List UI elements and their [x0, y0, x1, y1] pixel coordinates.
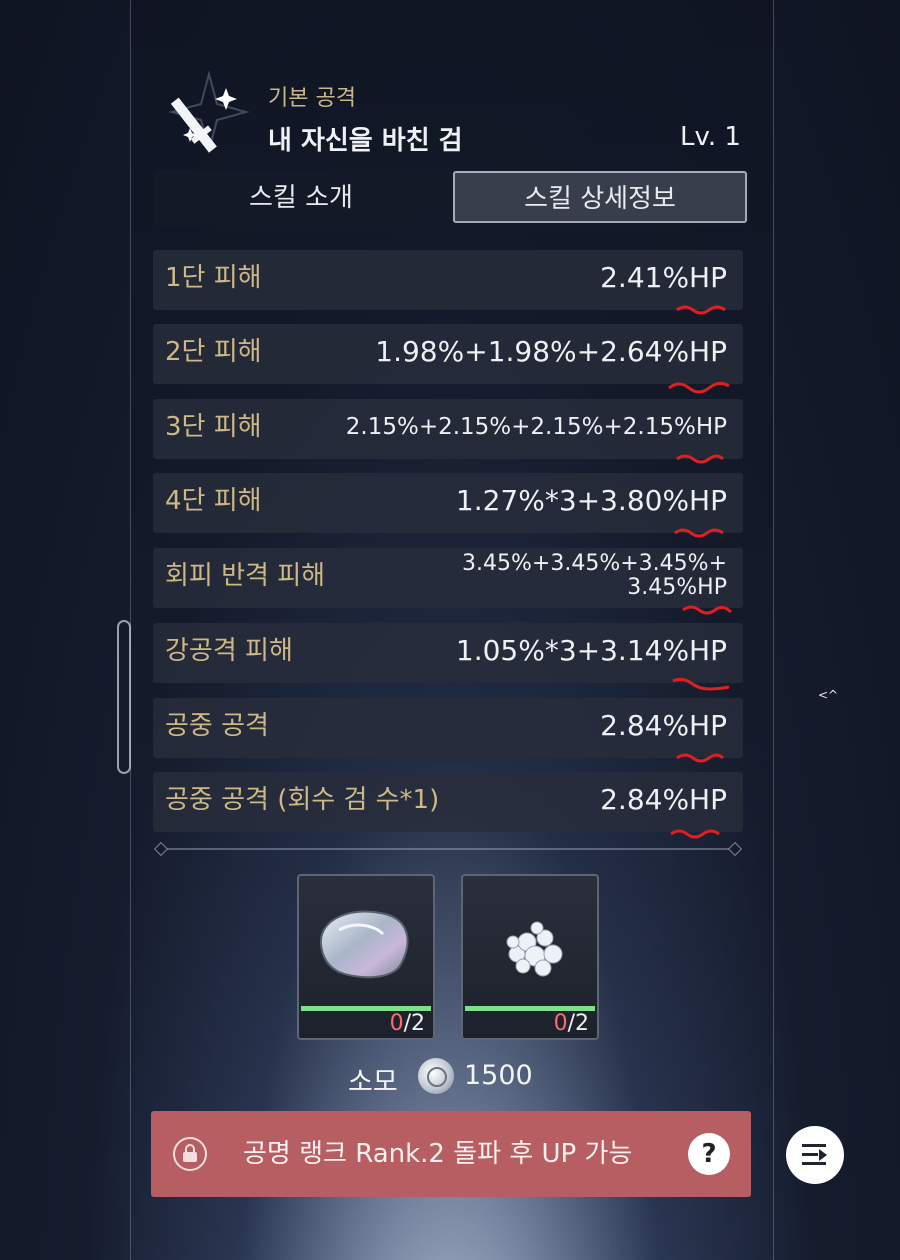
cost-label: 소모: [348, 1067, 398, 1098]
damage-label: 공중 공격 (회수 검 수*1): [165, 785, 440, 815]
red-underline-annotation: [676, 305, 726, 315]
skill-category: 기본 공격: [268, 86, 356, 111]
material-count: 0/2: [553, 1011, 589, 1036]
help-button[interactable]: ?: [688, 1133, 730, 1175]
damage-value: 2.84%HP: [600, 709, 727, 742]
damage-label: 강공격 피해: [165, 636, 293, 666]
damage-row: 공중 공격 2.84%HP: [153, 698, 743, 763]
damage-row: 3단 피해 2.15%+2.15%+2.15%+2.15%HP: [153, 399, 743, 464]
damage-row: 2단 피해 1.98%+1.98%+2.64%HP: [153, 324, 743, 394]
tab-skill-details[interactable]: 스킬 상세정보: [453, 171, 747, 223]
upgrade-locked-button[interactable]: 공명 랭크 Rank.2 돌파 후 UP 가능 ?: [151, 1111, 751, 1197]
damage-value: 1.05%*3+3.14%HP: [455, 634, 727, 667]
sword-skill-icon: [168, 70, 250, 154]
lock-icon: [173, 1137, 207, 1171]
menu-icon: [802, 1144, 826, 1147]
damage-label: 공중 공격: [165, 711, 269, 741]
upgrade-requirement-text: 공명 랭크 Rank.2 돌파 후 UP 가능: [243, 1139, 633, 1169]
damage-label: 2단 피해: [165, 337, 262, 367]
side-indicator: <^: [818, 688, 839, 702]
damage-value: 3.45%+3.45%+3.45%+ 3.45%HP: [462, 548, 727, 608]
material-slot[interactable]: 0/2: [461, 874, 599, 1040]
coral-icon: [506, 921, 563, 977]
damage-label: 회피 반격 피해: [165, 561, 326, 591]
red-underline-annotation: [676, 753, 725, 763]
red-underline-annotation: [682, 605, 733, 615]
damage-row: 회피 반격 피해 3.45%+3.45%+3.45%+ 3.45%HP: [153, 548, 743, 615]
damage-row: 강공격 피해 1.05%*3+3.14%HP: [153, 623, 743, 691]
skill-level: Lv. 1: [680, 122, 741, 152]
tab-bar: 스킬 소개 스킬 상세정보: [153, 170, 749, 226]
menu-arrow-icon: [819, 1149, 827, 1161]
red-underline-annotation: [676, 454, 725, 464]
damage-row: 공중 공격 (회수 검 수*1) 2.84%HP: [153, 772, 743, 839]
damage-label: 4단 피해: [165, 486, 262, 516]
damage-label: 1단 피해: [165, 263, 262, 293]
red-underline-annotation: [672, 677, 730, 691]
material-slot[interactable]: 0/2: [297, 874, 435, 1040]
red-underline-annotation: [668, 381, 730, 394]
skill-name: 내 자신을 바친 검: [268, 126, 463, 156]
material-count: 0/2: [389, 1011, 425, 1036]
damage-value: 2.15%+2.15%+2.15%+2.15%HP: [345, 414, 727, 440]
scrollbar[interactable]: [117, 620, 131, 774]
damage-label: 3단 피해: [165, 412, 262, 442]
section-divider: [160, 848, 736, 850]
cost-amount: 1500: [464, 1060, 533, 1091]
shell-icon: [319, 910, 409, 979]
menu-button[interactable]: [786, 1126, 844, 1184]
damage-row: 1단 피해 2.41%HP: [153, 250, 743, 315]
damage-value: 1.27%*3+3.80%HP: [455, 484, 727, 517]
red-underline-annotation: [670, 829, 720, 839]
tab-skill-intro[interactable]: 스킬 소개: [153, 170, 449, 226]
menu-icon-line: [802, 1153, 818, 1156]
damage-value: 1.98%+1.98%+2.64%HP: [375, 335, 727, 368]
damage-value-line: 3.45%+3.45%+3.45%+: [462, 551, 727, 576]
red-underline-annotation: [674, 528, 724, 538]
damage-row: 4단 피해 1.27%*3+3.80%HP: [153, 473, 743, 538]
damage-value: 2.84%HP: [600, 783, 727, 816]
menu-icon-line: [802, 1162, 826, 1165]
damage-value-line: 3.45%HP: [627, 575, 727, 600]
damage-value: 2.41%HP: [600, 261, 727, 294]
coin-icon: [418, 1058, 454, 1094]
